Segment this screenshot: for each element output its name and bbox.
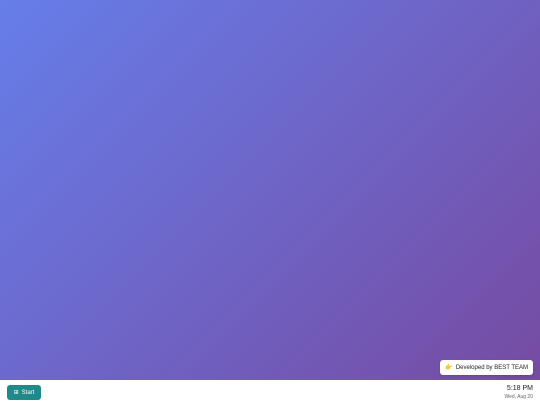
clock[interactable]: 5:18 PM Wed, Aug 20 [504,385,533,399]
desktop: 👉 Developed by BEST TEAM [0,0,540,380]
clock-date: Wed, Aug 20 [504,393,533,400]
developer-badge-label: Developed by BEST TEAM [455,364,528,371]
start-button[interactable]: ⊞ Start [7,385,41,400]
start-button-label: Start [21,389,35,396]
developer-badge[interactable]: 👉 Developed by BEST TEAM [440,360,533,375]
clock-time: 5:18 PM [506,385,533,393]
grid-icon: ⊞ [13,389,19,396]
taskbar: ⊞ Start 5:18 PM Wed, Aug 20 [0,380,540,405]
hand-pointing-icon: 👉 [445,364,453,371]
